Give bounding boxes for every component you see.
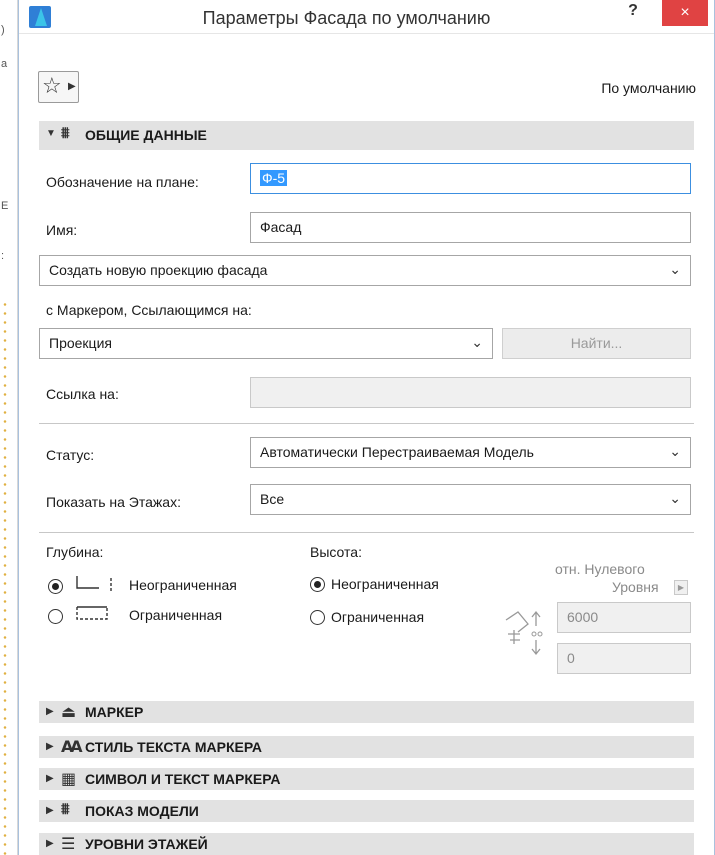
background-glyph: E bbox=[1, 200, 9, 212]
height-limited-label[interactable]: Ограниченная bbox=[331, 609, 424, 625]
chevron-down-icon: ⌄ bbox=[669, 490, 681, 506]
plan-id-value: Ф-5 bbox=[260, 170, 288, 186]
section-model-display-header[interactable]: ▶ ⩩ ПОКАЗ МОДЕЛИ bbox=[39, 800, 694, 822]
section-title: СТИЛЬ ТЕКСТА МАРКЕРА bbox=[85, 739, 263, 755]
depth-limited-icon bbox=[76, 606, 108, 620]
title-bar[interactable]: Параметры Фасада по умолчанию ? × bbox=[19, 0, 714, 34]
section-general-header[interactable]: ▼ ⩩ ОБЩИЕ ДАННЫЕ bbox=[39, 121, 694, 150]
symbol-text-icon: ▦ bbox=[61, 771, 77, 788]
plan-id-field[interactable]: Ф-5 bbox=[250, 163, 691, 194]
height-unlimited-radio[interactable] bbox=[310, 577, 325, 592]
section-title: СИМВОЛ И ТЕКСТ МАРКЕРА bbox=[85, 771, 281, 787]
height-unlimited-label[interactable]: Неограниченная bbox=[331, 576, 439, 592]
marker-ref-value: Проекция bbox=[49, 335, 112, 351]
elevation-icon: ⩩ bbox=[61, 125, 70, 142]
collapse-arrow-icon: ▼ bbox=[46, 128, 56, 139]
section-marker-header[interactable]: ▶ ⏏ МАРКЕР bbox=[39, 701, 694, 723]
status-value: Автоматически Перестраиваемая Модель bbox=[260, 444, 534, 460]
depth-limited-label[interactable]: Ограниченная bbox=[129, 607, 222, 623]
depth-label: Глубина: bbox=[46, 544, 104, 560]
link-label: Ссылка на: bbox=[46, 386, 119, 402]
find-button[interactable]: Найти... bbox=[502, 328, 691, 359]
create-mode-select[interactable]: Создать новую проекцию фасада ⌄ bbox=[39, 255, 691, 286]
section-title: УРОВНИ ЭТАЖЕЙ bbox=[85, 836, 208, 852]
height-reference-line1: отн. Нулевого bbox=[555, 561, 645, 577]
height-bottom-value: 0 bbox=[567, 650, 575, 666]
star-icon: ☆ bbox=[42, 73, 62, 98]
preset-label: По умолчанию bbox=[601, 80, 696, 96]
depth-unlimited-label[interactable]: Неограниченная bbox=[129, 577, 237, 593]
marker-icon: ⏏ bbox=[61, 704, 77, 721]
model-display-icon: ⩩ bbox=[61, 801, 70, 818]
marker-ref-label: с Маркером, Ссылающимся на: bbox=[46, 302, 252, 318]
background-glyph: a bbox=[1, 58, 8, 70]
link-field bbox=[250, 377, 691, 408]
create-mode-value: Создать новую проекцию фасада bbox=[49, 262, 268, 278]
height-top-field: 6000 bbox=[557, 602, 691, 633]
expand-arrow-icon: ▶ bbox=[46, 773, 54, 784]
name-label: Имя: bbox=[46, 222, 78, 238]
section-title: ПОКАЗ МОДЕЛИ bbox=[85, 803, 199, 819]
plan-id-label: Обозначение на плане: bbox=[46, 174, 199, 190]
background-glyph: : bbox=[1, 250, 5, 262]
show-on-stories-select[interactable]: Все ⌄ bbox=[250, 484, 691, 515]
height-range-icon bbox=[505, 610, 543, 656]
close-button[interactable]: × bbox=[662, 0, 708, 26]
show-on-stories-label: Показать на Этажах: bbox=[46, 494, 181, 510]
expand-arrow-icon: ▶ bbox=[46, 706, 54, 717]
height-bottom-field: 0 bbox=[557, 643, 691, 674]
expand-arrow-icon: ▶ bbox=[46, 805, 54, 816]
background-desktop-strip: ) a E : bbox=[0, 0, 18, 855]
depth-unlimited-icon bbox=[76, 576, 112, 592]
favorites-button[interactable]: ☆ ▶ bbox=[38, 71, 79, 103]
height-label: Высота: bbox=[310, 544, 362, 560]
name-value: Фасад bbox=[260, 219, 302, 235]
divider bbox=[39, 423, 694, 424]
status-select[interactable]: Автоматически Перестраиваемая Модель ⌄ bbox=[250, 437, 691, 468]
chevron-down-icon: ⌄ bbox=[669, 443, 681, 459]
text-style-icon: Ꜳ bbox=[61, 739, 83, 756]
expand-arrow-icon: ▶ bbox=[46, 838, 54, 849]
divider bbox=[39, 532, 694, 533]
name-field[interactable]: Фасад bbox=[250, 212, 691, 243]
background-dotted-line bbox=[3, 300, 7, 855]
depth-limited-radio[interactable] bbox=[48, 609, 63, 624]
height-top-value: 6000 bbox=[567, 609, 599, 625]
marker-ref-select[interactable]: Проекция ⌄ bbox=[39, 328, 493, 359]
section-title: ОБЩИЕ ДАННЫЕ bbox=[85, 127, 207, 143]
depth-unlimited-radio[interactable] bbox=[48, 579, 63, 594]
elevation-settings-dialog: Параметры Фасада по умолчанию ? × ☆ ▶ По… bbox=[18, 0, 715, 855]
section-marker-text-style-header[interactable]: ▶ Ꜳ СТИЛЬ ТЕКСТА МАРКЕРА bbox=[39, 736, 694, 758]
chevron-down-icon: ⌄ bbox=[471, 334, 483, 350]
status-label: Статус: bbox=[46, 447, 95, 463]
background-glyph: ) bbox=[1, 24, 5, 36]
show-on-stories-value: Все bbox=[260, 491, 285, 507]
section-story-levels-header[interactable]: ▶ ☰ УРОВНИ ЭТАЖЕЙ bbox=[39, 833, 694, 855]
height-reference-line2: Уровня bbox=[612, 579, 659, 595]
help-button[interactable]: ? bbox=[622, 2, 644, 24]
triangle-right-icon: ▶ bbox=[68, 81, 76, 92]
section-marker-symbol-text-header[interactable]: ▶ ▦ СИМВОЛ И ТЕКСТ МАРКЕРА bbox=[39, 768, 694, 790]
height-limited-radio[interactable] bbox=[310, 610, 325, 625]
chevron-down-icon: ⌄ bbox=[669, 261, 681, 277]
reference-menu-button: ▶ bbox=[674, 580, 688, 595]
dialog-title: Параметры Фасада по умолчанию bbox=[202, 8, 491, 28]
section-title: МАРКЕР bbox=[85, 704, 144, 720]
story-levels-icon: ☰ bbox=[61, 836, 76, 853]
expand-arrow-icon: ▶ bbox=[46, 741, 54, 752]
